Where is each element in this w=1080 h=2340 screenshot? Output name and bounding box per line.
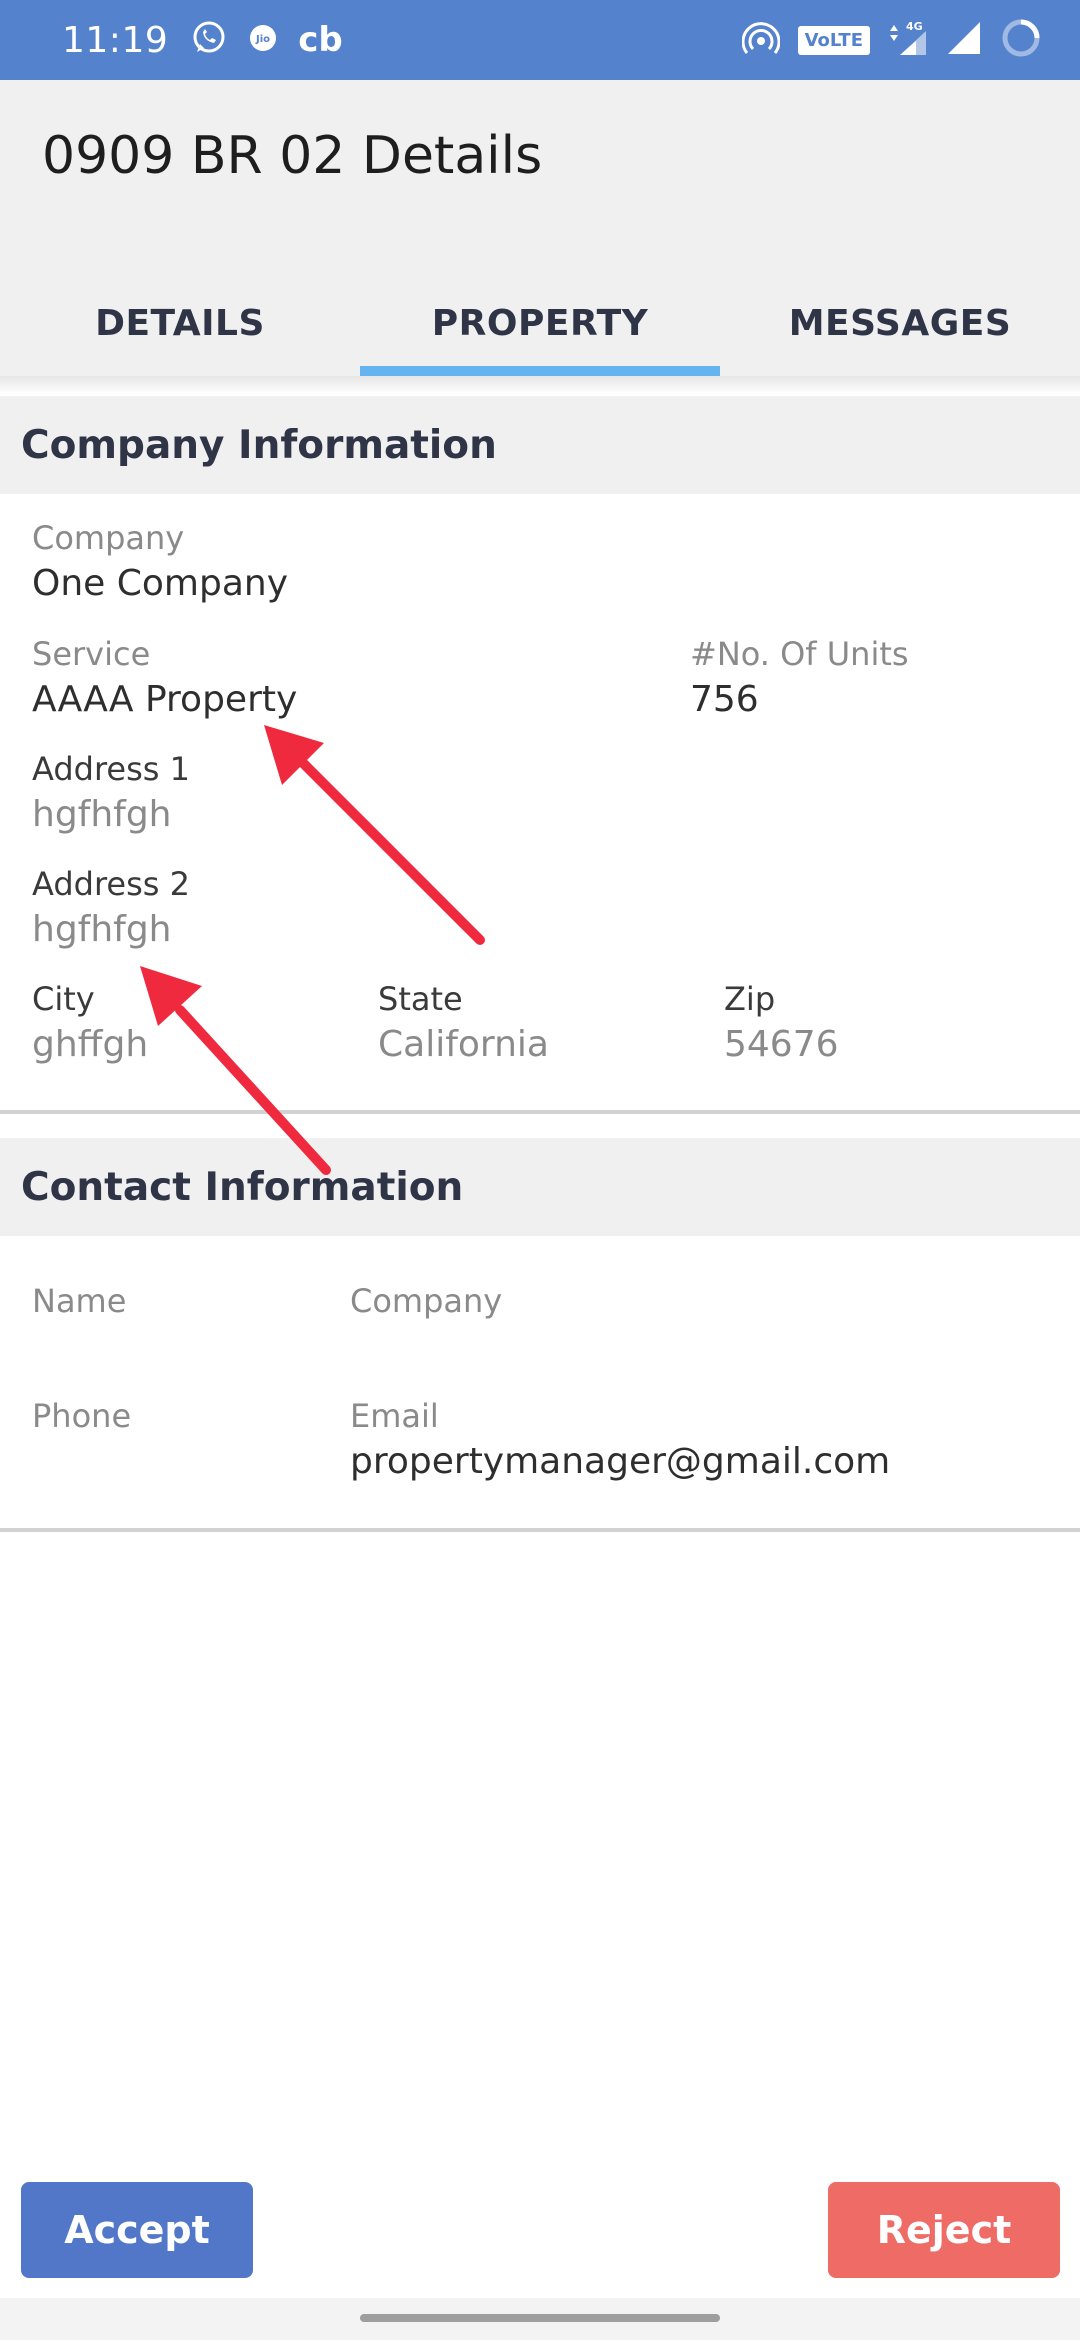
annotation-arrow-service xyxy=(264,725,485,945)
city-label: City xyxy=(32,980,95,1018)
tab-bar: DETAILS PROPERTY MESSAGES xyxy=(0,270,1080,376)
contact-name-field: Name xyxy=(32,1282,126,1320)
home-indicator[interactable] xyxy=(360,2314,720,2322)
tab-property-label: PROPERTY xyxy=(431,302,649,344)
svg-text:Jio: Jio xyxy=(255,34,270,45)
address2-label: Address 2 xyxy=(32,865,190,903)
whatsapp-icon xyxy=(190,19,228,62)
contact-phone-label: Phone xyxy=(32,1397,132,1435)
hotspot-icon xyxy=(741,21,781,60)
signal-icon: 4G xyxy=(888,19,928,62)
notification-icons: Jio cb xyxy=(190,19,343,62)
wifi-signal-icon xyxy=(946,20,982,61)
status-bar: 11:19 Jio cb VoLTE 4G xyxy=(0,0,1080,80)
company-value: One Company xyxy=(32,563,289,605)
address2-value: hgfhfgh xyxy=(32,909,172,951)
address1-value: hgfhfgh xyxy=(32,794,172,836)
city-value: ghffgh xyxy=(32,1024,149,1066)
service-label: Service xyxy=(32,635,151,673)
contact-name-label: Name xyxy=(32,1282,127,1320)
company-label: Company xyxy=(32,519,185,557)
service-field: Service AAAA Property xyxy=(32,635,297,722)
contact-section-divider xyxy=(0,1528,1080,1532)
cb-icon: cb xyxy=(298,20,343,60)
tab-details[interactable]: DETAILS xyxy=(0,270,360,376)
units-label: #No. Of Units xyxy=(690,635,909,673)
units-field: #No. Of Units 756 xyxy=(690,635,909,722)
contact-email-label: Email xyxy=(350,1397,439,1435)
status-time: 11:19 xyxy=(62,19,169,61)
page-title: 0909 BR 02 Details xyxy=(42,126,543,186)
service-value: AAAA Property xyxy=(32,679,298,721)
address1-field: Address 1 hgfhfgh xyxy=(32,750,190,837)
state-field: State California xyxy=(378,980,549,1067)
system-icons: VoLTE 4G xyxy=(741,0,1042,80)
header-shadow xyxy=(0,376,1080,394)
app-header: 0909 BR 02 Details DETAILS PROPERTY MESS… xyxy=(0,80,1080,376)
zip-label: Zip xyxy=(724,980,776,1018)
state-label: State xyxy=(378,980,463,1018)
reject-button[interactable]: Reject xyxy=(828,2182,1060,2278)
jio-icon: Jio xyxy=(248,23,278,58)
tab-details-label: DETAILS xyxy=(95,302,265,344)
tab-property[interactable]: PROPERTY xyxy=(360,270,720,376)
contact-section-header: Contact Information xyxy=(0,1138,1080,1236)
contact-company-label: Company xyxy=(350,1282,503,1320)
contact-email-field: Email propertymanager@gmail.com xyxy=(350,1397,890,1484)
accept-button[interactable]: Accept xyxy=(21,2182,253,2278)
company-section-divider xyxy=(0,1110,1080,1114)
zip-value: 54676 xyxy=(724,1024,839,1066)
app-screen: 11:19 Jio cb VoLTE 4G 0909 BR 02 Details… xyxy=(0,0,1080,2340)
company-section-header: Company Information xyxy=(0,396,1080,494)
tab-indicator xyxy=(360,366,720,376)
company-field: Company One Company xyxy=(32,519,288,606)
contact-company-field: Company xyxy=(350,1282,502,1320)
units-value: 756 xyxy=(690,679,759,721)
volte-badge: VoLTE xyxy=(797,25,870,55)
state-value: California xyxy=(378,1024,549,1066)
address1-label: Address 1 xyxy=(32,750,190,788)
loading-icon xyxy=(1000,17,1042,64)
tab-messages[interactable]: MESSAGES xyxy=(720,270,1080,376)
tab-messages-label: MESSAGES xyxy=(788,302,1012,344)
contact-email-value: propertymanager@gmail.com xyxy=(350,1441,891,1483)
zip-field: Zip 54676 xyxy=(724,980,839,1067)
city-field: City ghffgh xyxy=(32,980,148,1067)
svg-text:4G: 4G xyxy=(906,20,923,33)
address2-field: Address 2 hgfhfgh xyxy=(32,865,190,952)
contact-phone-field: Phone xyxy=(32,1397,131,1435)
